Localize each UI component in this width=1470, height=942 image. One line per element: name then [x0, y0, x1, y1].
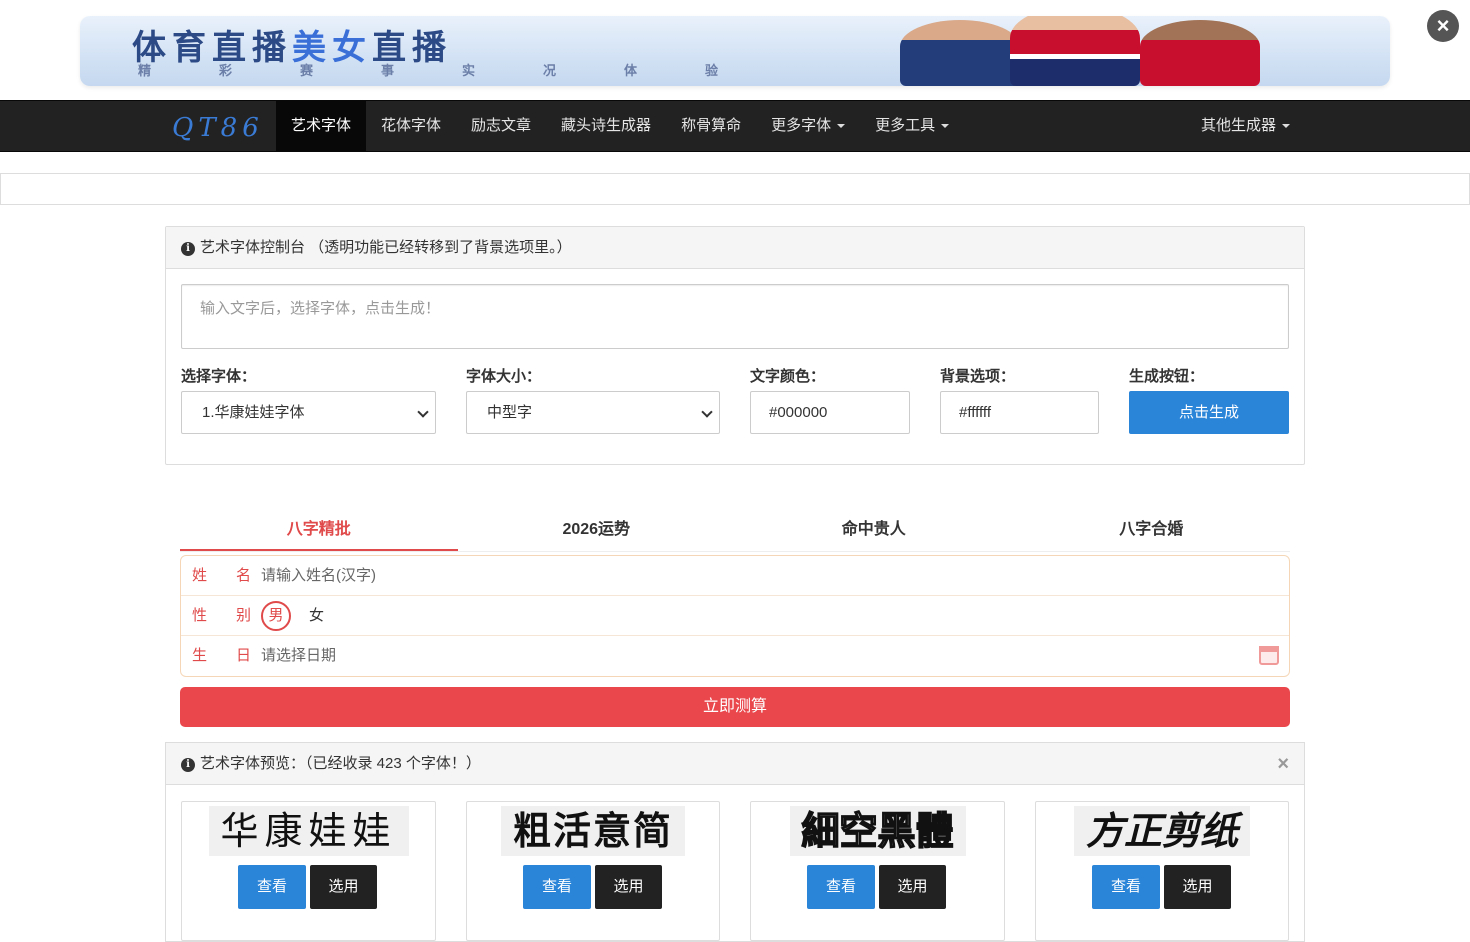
font-sample-image: 粗活意简	[500, 806, 686, 856]
tab-bazi[interactable]: 八字精批	[180, 510, 458, 551]
nav-label: 其他生成器	[1201, 117, 1277, 134]
ad-banner[interactable]: 体育直播美女直播 精彩赛事实况体验	[0, 0, 1470, 100]
font-sample-image: 方正剪纸	[1073, 806, 1251, 856]
nav-item-more-fonts[interactable]: 更多字体	[756, 101, 860, 151]
size-select[interactable]: 中型字	[466, 391, 720, 434]
color-input[interactable]: #000000	[750, 391, 910, 434]
bg-input[interactable]: #ffffff	[940, 391, 1099, 434]
birthday-input[interactable]: 请选择日期	[261, 636, 1241, 676]
name-input[interactable]: 请输入姓名(汉字)	[261, 556, 1261, 596]
nav-label: 更多工具	[875, 117, 936, 134]
font-sample-image: 华康娃娃	[208, 806, 409, 856]
nav-item-flower-fonts[interactable]: 花体字体	[366, 101, 456, 151]
tab-yearly-fortune[interactable]: 2026运势	[458, 510, 736, 551]
info-icon: i	[181, 242, 195, 256]
tab-benefactor[interactable]: 命中贵人	[735, 510, 1013, 551]
font-label: 选择字体：	[181, 368, 257, 385]
select-button[interactable]: 选用	[595, 865, 662, 909]
close-icon[interactable]: ×	[1277, 743, 1289, 785]
caret-down-icon	[837, 124, 846, 129]
navbar: QT86 艺术字体 花体字体 励志文章 藏头诗生成器 称骨算命 更多字体 更多工…	[0, 100, 1470, 152]
nav-item-fortune[interactable]: 称骨算命	[666, 101, 756, 151]
view-button[interactable]: 查看	[523, 865, 591, 909]
nav-label: 称骨算命	[681, 117, 742, 134]
brand-logo[interactable]: QT86	[172, 113, 264, 143]
caret-down-icon	[1282, 124, 1291, 129]
generate-button[interactable]: 点击生成	[1129, 391, 1289, 434]
close-ad-button[interactable]: ×	[1427, 10, 1459, 42]
name-row: 姓名 请输入姓名(汉字)	[181, 556, 1289, 596]
view-button[interactable]: 查看	[1092, 865, 1160, 909]
player-figure	[1010, 16, 1140, 86]
font-card: 粗活意简 查看 选用	[466, 801, 720, 941]
banner-players-image	[900, 16, 1280, 86]
empty-ad-slot	[0, 173, 1470, 205]
select-button[interactable]: 选用	[1164, 865, 1231, 909]
nav-item-art-fonts[interactable]: 艺术字体	[276, 101, 367, 151]
font-card: 方正剪纸 查看 选用	[1035, 801, 1289, 941]
calendar-icon[interactable]	[1259, 646, 1279, 665]
font-select[interactable]: 1.华康娃娃字体	[181, 391, 436, 434]
nav-label: 花体字体	[381, 117, 442, 134]
font-console-panel: i 艺术字体控制台 （透明功能已经转移到了背景选项里。） 输入文字后，选择字体，点…	[165, 226, 1305, 465]
preview-header: i 艺术字体预览：（已经收录 423 个字体！） ×	[166, 743, 1304, 785]
calculate-button[interactable]: 立即测算	[180, 687, 1290, 727]
text-input[interactable]: 输入文字后，选择字体，点击生成！	[181, 284, 1289, 349]
view-button[interactable]: 查看	[807, 865, 875, 909]
select-button[interactable]: 选用	[879, 865, 946, 909]
player-figure	[900, 20, 1020, 86]
size-label: 字体大小：	[466, 368, 542, 385]
nav-item-other-generators[interactable]: 其他生成器	[1186, 101, 1305, 151]
nav-menu: 艺术字体 花体字体 励志文章 藏头诗生成器 称骨算命 更多字体 更多工具	[276, 101, 964, 151]
bazi-tabs: 八字精批 2026运势 命中贵人 八字合婚	[180, 510, 1290, 552]
banner-image[interactable]: 体育直播美女直播 精彩赛事实况体验	[80, 16, 1390, 86]
nav-label: 藏头诗生成器	[561, 117, 652, 134]
gender-female-radio[interactable]: 女	[309, 596, 324, 636]
color-label: 文字颜色：	[750, 368, 826, 385]
nav-item-more-tools[interactable]: 更多工具	[860, 101, 964, 151]
preview-title: 艺术字体预览：（已经收录 423 个字体！）	[200, 755, 481, 772]
nav-label: 励志文章	[471, 117, 532, 134]
console-header: i 艺术字体控制台 （透明功能已经转移到了背景选项里。）	[166, 227, 1304, 269]
select-button[interactable]: 选用	[310, 865, 377, 909]
nav-label: 艺术字体	[291, 117, 352, 134]
view-button[interactable]: 查看	[238, 865, 306, 909]
caret-down-icon	[941, 124, 950, 129]
gender-male-radio[interactable]: 男	[261, 601, 291, 631]
nav-label: 更多字体	[771, 117, 832, 134]
console-title: 艺术字体控制台 （透明功能已经转移到了背景选项里。）	[200, 239, 572, 256]
font-card: 細空黑體 查看 选用	[750, 801, 1005, 941]
font-preview-panel: i 艺术字体预览：（已经收录 423 个字体！） × 华康娃娃 查看 选用 粗活意…	[165, 742, 1305, 942]
font-card: 华康娃娃 查看 选用	[181, 801, 436, 941]
player-figure	[1140, 20, 1260, 86]
info-icon: i	[181, 758, 195, 772]
gender-row: 性别 男 女	[181, 596, 1289, 636]
generate-label: 生成按钮：	[1129, 368, 1205, 385]
font-sample-image: 細空黑體	[789, 806, 966, 856]
bazi-form: 姓名 请输入姓名(汉字) 性别 男 女 生日 请选择日期	[180, 555, 1290, 677]
birthday-row: 生日 请选择日期	[181, 636, 1289, 676]
bg-label: 背景选项：	[940, 368, 1016, 385]
banner-subtitle: 精彩赛事实况体验	[138, 63, 787, 78]
nav-item-articles[interactable]: 励志文章	[456, 101, 546, 151]
tab-marriage[interactable]: 八字合婚	[1013, 510, 1291, 551]
nav-item-acrostic[interactable]: 藏头诗生成器	[546, 101, 666, 151]
